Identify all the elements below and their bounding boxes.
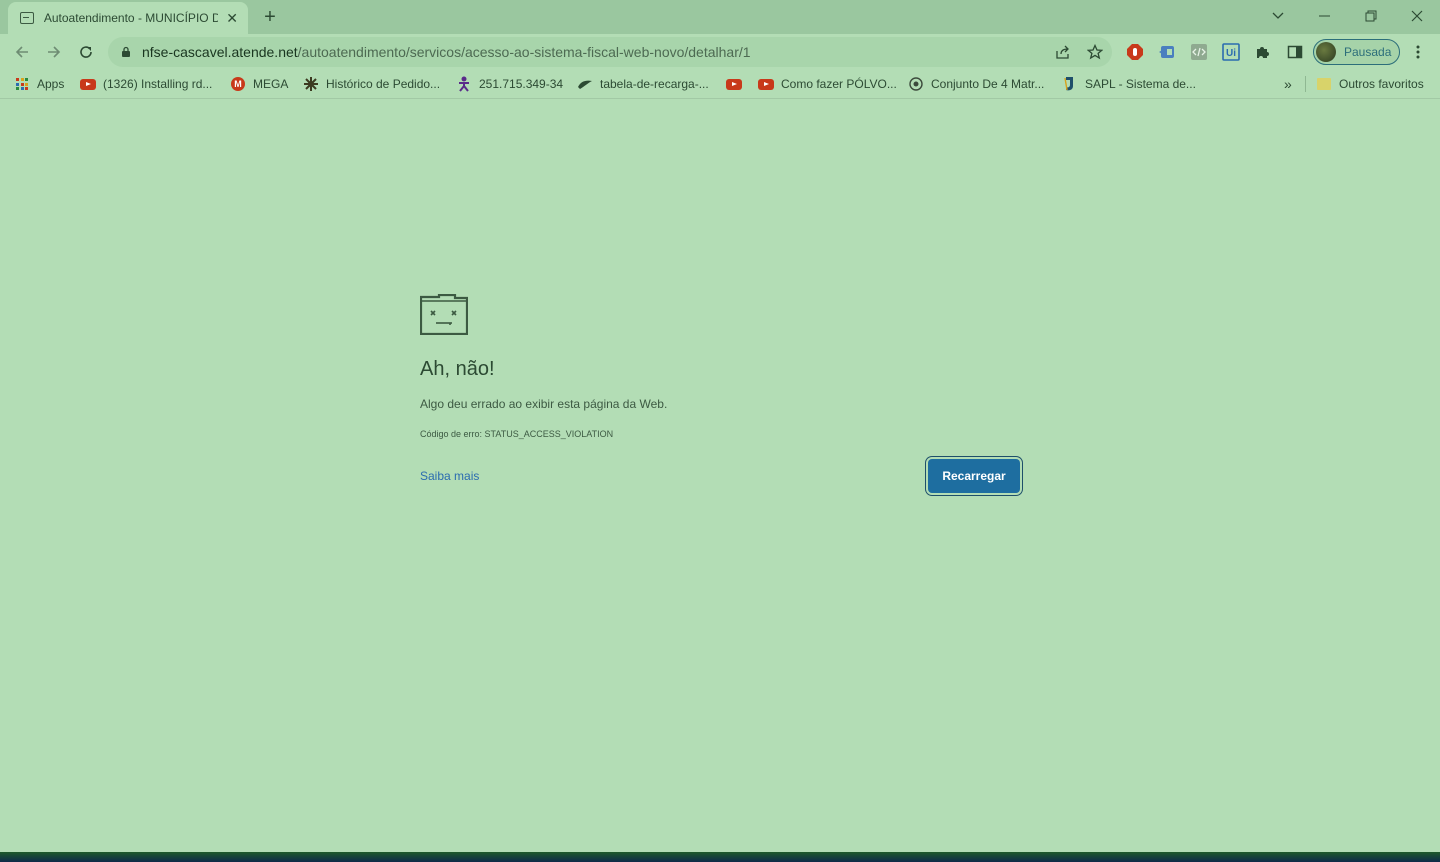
lock-icon[interactable] xyxy=(120,46,132,58)
sad-folder-icon xyxy=(420,294,468,335)
other-bookmarks-folder[interactable]: Outros favoritos xyxy=(1316,75,1424,93)
bookmark-label: Apps xyxy=(37,77,65,91)
bookmark-label: Outros favoritos xyxy=(1339,77,1424,91)
bookmarks-overflow-button[interactable]: » xyxy=(1284,75,1292,93)
gecko-icon xyxy=(577,76,593,92)
adblock-extension-icon[interactable] xyxy=(1125,42,1145,62)
error-code: Código de erro: STATUS_ACCESS_VIOLATION xyxy=(420,429,614,439)
youtube-icon xyxy=(758,76,774,92)
url-host: nfse-cascavel.atende.net xyxy=(142,44,298,60)
share-icon[interactable] xyxy=(1052,41,1074,63)
address-bar[interactable]: nfse-cascavel.atende.net/autoatendimento… xyxy=(108,37,1112,67)
reload-button[interactable] xyxy=(72,38,100,66)
menu-kebab-icon[interactable] xyxy=(1408,42,1428,62)
error-title: Ah, não! xyxy=(420,358,495,380)
bookmarks-bar: Apps (1326) Installing rd... M MEGA Hist… xyxy=(0,70,1440,99)
bookmark-apps[interactable]: Apps xyxy=(14,75,64,93)
bookmark-label: SAPL - Sistema de... xyxy=(1085,77,1196,91)
bookmark-polvora[interactable]: Como fazer PÓLVO... xyxy=(758,75,897,93)
ui-extension-icon[interactable]: Ui xyxy=(1221,42,1241,62)
profile-status: Pausada xyxy=(1344,45,1392,59)
bookmark-label: Conjunto De 4 Matr... xyxy=(931,77,1045,91)
url-text[interactable]: nfse-cascavel.atende.net/autoatendimento… xyxy=(142,44,751,60)
learn-more-link[interactable]: Saiba mais xyxy=(420,469,479,483)
emblem-icon xyxy=(908,76,924,92)
browser-tab[interactable]: Autoatendimento - MUNICÍPIO DE ✕ xyxy=(8,2,248,34)
bookmark-label: (1326) Installing rd... xyxy=(103,77,213,91)
bookmark-conjunto[interactable]: Conjunto De 4 Matr... xyxy=(908,75,1044,93)
taskbar-edge xyxy=(0,852,1440,862)
youtube-icon xyxy=(726,76,742,92)
tab-search-icon[interactable] xyxy=(1258,4,1298,28)
restore-button[interactable] xyxy=(1351,4,1391,28)
bookmark-label: tabela-de-recarga-... xyxy=(600,77,709,91)
minimize-button[interactable] xyxy=(1305,4,1345,28)
youtube-icon xyxy=(80,76,96,92)
bookmark-historico[interactable]: Histórico de Pedido... xyxy=(303,75,440,93)
error-message: Algo deu errado ao exibir esta página da… xyxy=(420,397,668,411)
bookmark-label: Histórico de Pedido... xyxy=(326,77,441,91)
side-panel-icon[interactable] xyxy=(1285,42,1305,62)
bookmark-sapl[interactable]: SAPL - Sistema de... xyxy=(1062,75,1196,93)
folder-icon xyxy=(1316,76,1332,92)
extensions-puzzle-icon[interactable] xyxy=(1253,42,1273,62)
bookmark-cpf[interactable]: 251.715.349-34 xyxy=(456,75,563,93)
code-extension-icon[interactable] xyxy=(1189,42,1209,62)
reader-extension-icon[interactable] xyxy=(1157,42,1177,62)
reload-page-button[interactable]: Recarregar xyxy=(928,459,1020,493)
new-tab-button[interactable]: + xyxy=(259,6,281,28)
bookmark-label: 251.715.349-34 xyxy=(479,77,564,91)
person-icon xyxy=(456,76,472,92)
back-button[interactable] xyxy=(8,38,36,66)
forward-button[interactable] xyxy=(40,38,68,66)
bookmark-label: MEGA xyxy=(253,77,289,91)
bookmark-star-icon[interactable] xyxy=(1084,41,1106,63)
url-path: /autoatendimento/servicos/acesso-ao-sist… xyxy=(297,44,751,60)
svg-text:Ui: Ui xyxy=(1226,48,1236,59)
sapl-icon xyxy=(1062,76,1078,92)
bookmark-tabela[interactable]: tabela-de-recarga-... xyxy=(577,75,709,93)
page-favicon-icon xyxy=(20,12,34,24)
bookmark-installing[interactable]: (1326) Installing rd... xyxy=(80,75,212,93)
tab-title: Autoatendimento - MUNICÍPIO DE xyxy=(43,11,219,25)
title-bar: Autoatendimento - MUNICÍPIO DE ✕ + xyxy=(0,0,1440,34)
apps-icon xyxy=(14,76,30,92)
bookmark-youtube[interactable] xyxy=(726,75,749,93)
tab-close-icon[interactable]: ✕ xyxy=(224,10,240,26)
avatar xyxy=(1316,42,1336,62)
mega-icon: M xyxy=(230,76,246,92)
bookmark-label: Como fazer PÓLVO... xyxy=(781,77,897,91)
bookmark-mega[interactable]: M MEGA xyxy=(230,75,288,93)
profile-button[interactable]: Pausada xyxy=(1313,39,1400,65)
close-window-button[interactable] xyxy=(1397,4,1437,28)
gear-icon xyxy=(303,76,319,92)
bookmarks-divider xyxy=(1305,76,1306,92)
